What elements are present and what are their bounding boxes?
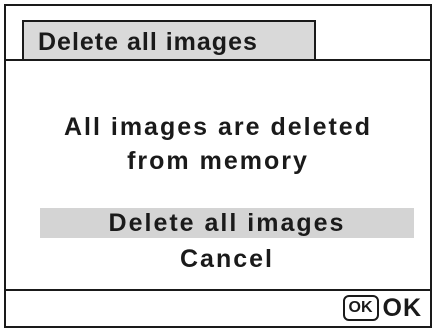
ok-confirm-hint[interactable]: OK OK [342,293,423,323]
cancel-option[interactable]: Cancel [40,244,414,274]
ok-action-label: OK [382,293,422,322]
confirmation-message: All images are deleted from memory [6,110,430,178]
delete-all-images-option[interactable]: Delete all images [40,208,414,238]
dialog-title: Delete all images [22,20,316,60]
message-line-2: from memory [127,147,309,175]
delete-all-dialog: Delete all images All images are deleted… [4,4,432,328]
footer-divider [6,289,430,291]
title-divider [6,59,430,61]
message-line-1: All images are deleted [63,113,372,141]
ok-button-icon: OK [342,295,379,321]
